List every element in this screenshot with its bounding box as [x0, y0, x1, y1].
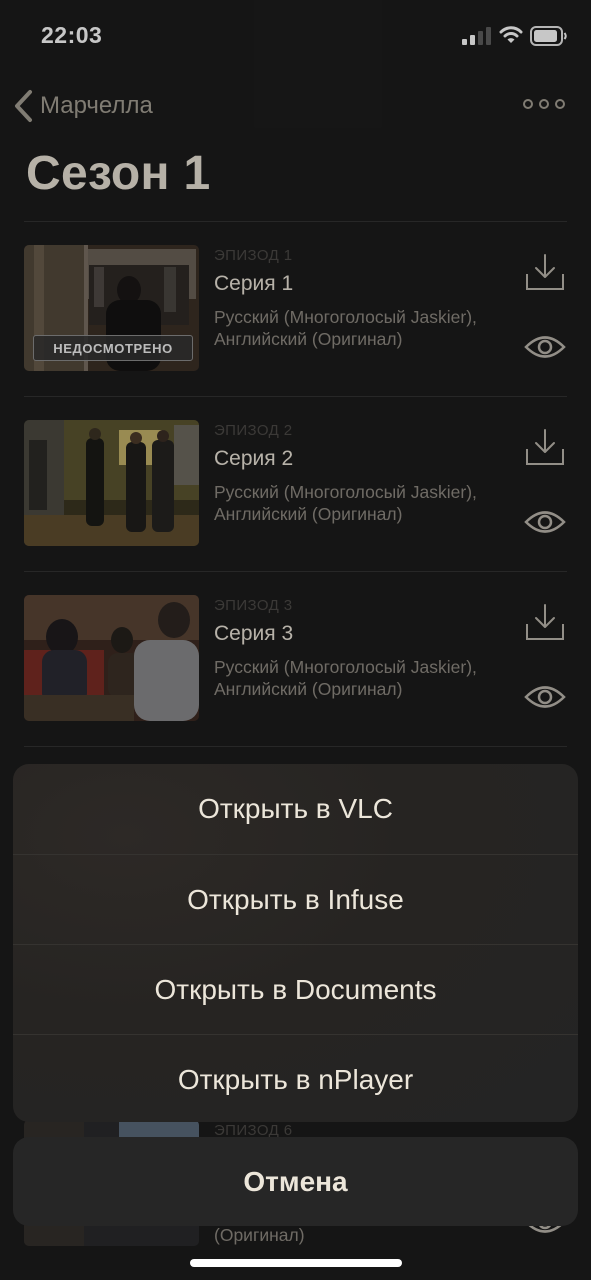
action-sheet: Открыть в VLC Открыть в Infuse Открыть в…	[13, 764, 578, 1122]
open-in-infuse-button[interactable]: Открыть в Infuse	[13, 854, 578, 944]
open-in-vlc-button[interactable]: Открыть в VLC	[13, 764, 578, 854]
home-indicator[interactable]	[190, 1259, 402, 1267]
open-in-nplayer-button[interactable]: Открыть в nPlayer	[13, 1034, 578, 1122]
cancel-button[interactable]: Отмена	[13, 1137, 578, 1226]
open-in-documents-button[interactable]: Открыть в Documents	[13, 944, 578, 1034]
